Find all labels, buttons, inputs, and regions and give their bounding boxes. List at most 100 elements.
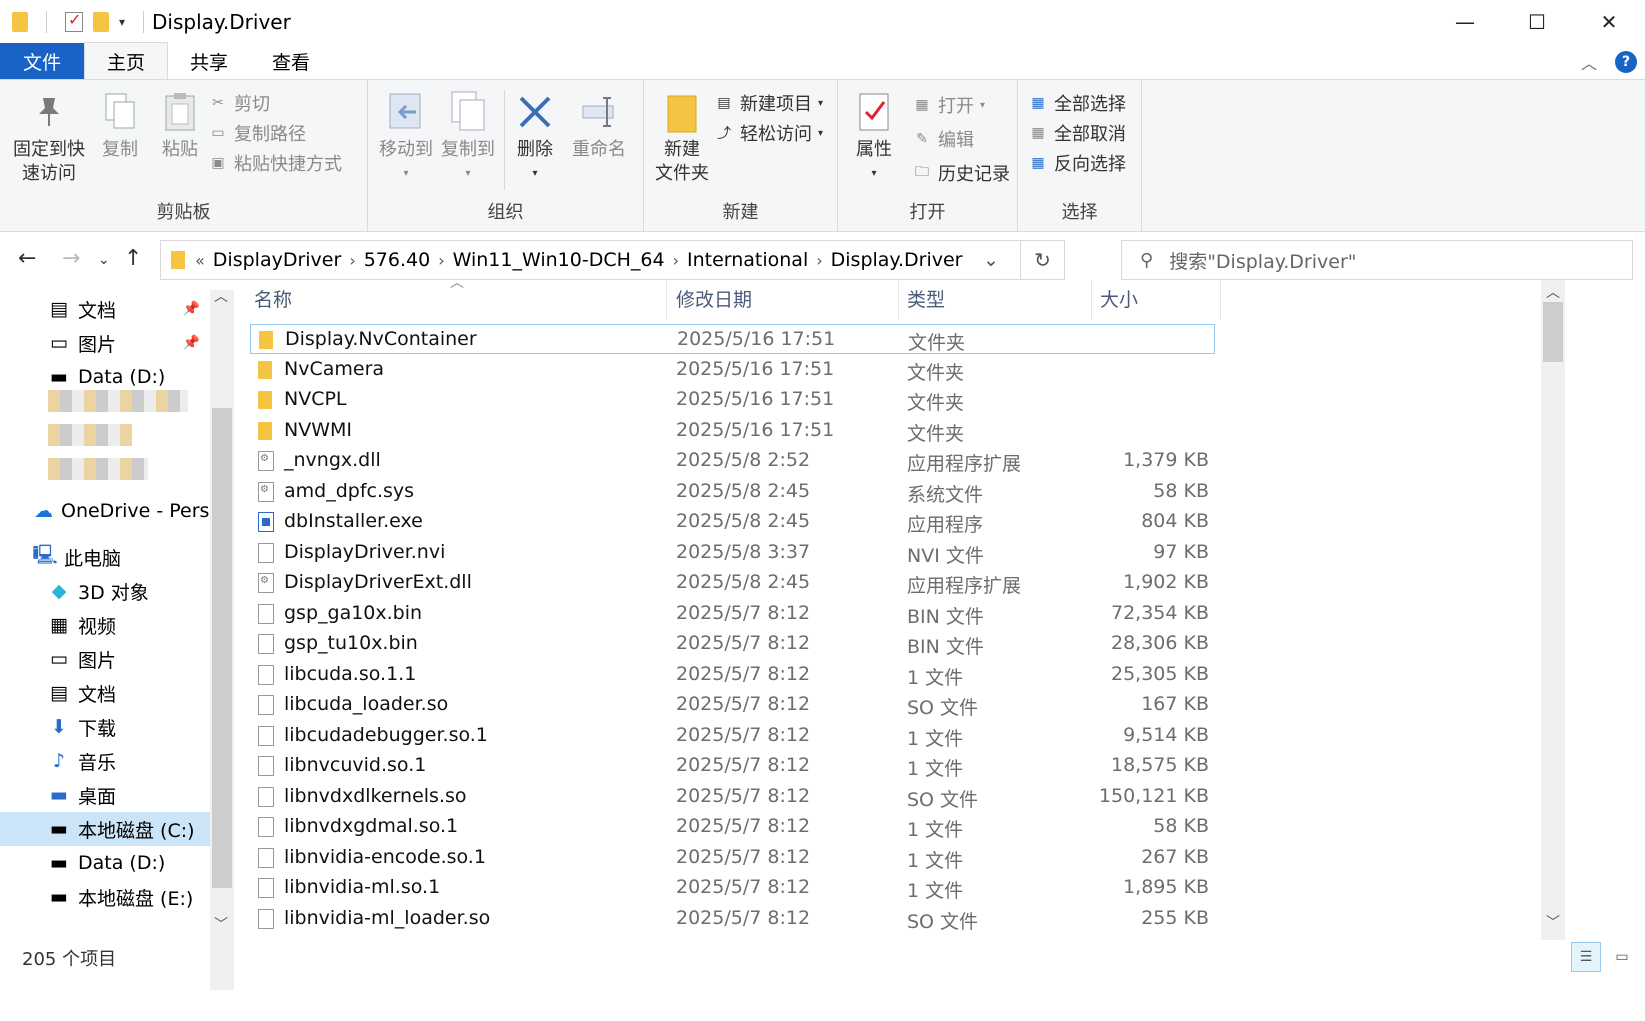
address-dropdown-icon[interactable]: ⌄ (976, 241, 1006, 279)
paste-button[interactable]: 粘贴 (156, 90, 204, 162)
refresh-icon[interactable]: ↻ (1020, 241, 1064, 279)
scroll-up-icon[interactable]: ︿ (1546, 282, 1560, 302)
new-folder-button[interactable]: 新建 文件夹 (652, 90, 712, 186)
nav-item-local-disk-c[interactable]: ▬ 本地磁盘 (C:) (0, 812, 210, 846)
easy-access-button[interactable]: ⤴ 轻松访问 ▾ (714, 120, 823, 146)
breadcrumb-item[interactable]: Win11_Win10-DCH_64 (453, 249, 665, 271)
table-row[interactable]: NVCPL 2025/5/16 17:51 文件夹 (250, 385, 1215, 415)
nav-item-onedrive[interactable]: ☁ OneDrive - Perso (0, 494, 210, 528)
maximize-button[interactable]: ☐ (1501, 0, 1573, 44)
tab-file[interactable]: 文件 (0, 43, 84, 79)
table-row[interactable]: libnvidia-ml_loader.so 2025/5/7 8:12 SO 文件… (250, 904, 1215, 934)
nav-item-downloads[interactable]: ⬇ 下载 (0, 710, 210, 744)
breadcrumb-overflow[interactable]: « (195, 251, 205, 270)
table-row[interactable]: libcuda_loader.so 2025/5/7 8:12 SO 文件 167 K… (250, 690, 1215, 720)
table-row[interactable]: libcuda.so.1.1 2025/5/7 8:12 1 文件 25,305 KB (250, 660, 1215, 690)
nav-item-desktop[interactable]: ▬ 桌面 (0, 778, 210, 812)
properties-quick-icon[interactable] (65, 10, 83, 32)
nav-item-music[interactable]: ♪ 音乐 (0, 744, 210, 778)
nav-item-data-d[interactable]: ▬ Data (D:) (0, 360, 210, 394)
table-row[interactable]: libcudadebugger.so.1 2025/5/7 8:12 1 文件 9,5… (250, 721, 1215, 751)
column-header-name[interactable]: 名称 (254, 280, 292, 316)
select-all-button[interactable]: ▦ 全部选择 (1028, 90, 1126, 116)
open-button[interactable]: ▦ 打开 ▾ (912, 92, 985, 118)
tab-view[interactable]: 查看 (250, 43, 332, 79)
customize-toolbar-dropdown-icon[interactable]: ▾ (119, 15, 125, 29)
address-bar[interactable]: « DisplayDriver › 576.40 › Win11_Win10-D… (160, 240, 1065, 280)
new-item-button[interactable]: ▤ 新建项目 ▾ (714, 90, 823, 116)
table-row[interactable]: NvCamera 2025/5/16 17:51 文件夹 (250, 355, 1215, 385)
move-to-button[interactable]: 移动到 ▾ (376, 90, 436, 186)
breadcrumb-item[interactable]: Display.Driver (831, 249, 963, 271)
tab-share[interactable]: 共享 (168, 43, 250, 79)
details-view-icon[interactable]: ☰ (1571, 942, 1601, 972)
scroll-down-icon[interactable]: ﹀ (214, 914, 228, 934)
nav-item-videos[interactable]: ▦ 视频 (0, 608, 210, 642)
edit-button[interactable]: ✎ 编辑 (912, 126, 974, 152)
file-list-scrollbar[interactable]: ︿ ﹀ (1541, 280, 1565, 940)
tab-home[interactable]: 主页 (84, 42, 169, 79)
pin-to-quick-access-button[interactable]: 固定到快 速访问 (10, 90, 88, 186)
breadcrumb-chevron-icon[interactable]: › (673, 251, 679, 270)
copy-path-button[interactable]: ▭ 复制路径 (208, 120, 306, 146)
table-row[interactable]: libnvcuvid.so.1 2025/5/7 8:12 1 文件 18,575 K… (250, 751, 1215, 781)
table-row[interactable]: Display.NvContainer 2025/5/16 17:51 文件夹 (250, 324, 1215, 354)
table-row[interactable]: _nvngx.dll 2025/5/8 2:52 应用程序扩展 1,379 KB (250, 446, 1215, 476)
breadcrumb-item[interactable]: DisplayDriver (213, 249, 342, 271)
minimize-button[interactable]: — (1429, 0, 1501, 44)
column-divider[interactable] (1220, 280, 1221, 320)
table-row[interactable]: dbInstaller.exe 2025/5/8 2:45 应用程序 804 KB (250, 507, 1215, 537)
nav-item-data-d-pc[interactable]: ▬ Data (D:) (0, 846, 210, 880)
pin-icon[interactable]: 📌 (183, 301, 200, 317)
copy-to-button[interactable]: 复制到 ▾ (438, 90, 498, 186)
column-divider[interactable] (898, 280, 899, 320)
table-row[interactable]: libnvdxgdmal.so.1 2025/5/7 8:12 1 文件 58 KB (250, 812, 1215, 842)
new-folder-quick-icon[interactable] (93, 12, 109, 32)
paste-shortcut-button[interactable]: ▣ 粘贴快捷方式 (208, 150, 342, 176)
select-none-button[interactable]: ▦ 全部取消 (1028, 120, 1126, 146)
rename-button[interactable]: 重命名 (566, 90, 632, 162)
column-header-date[interactable]: 修改日期 (676, 280, 752, 316)
up-arrow-icon[interactable]: ↑ (124, 246, 142, 271)
pin-icon[interactable]: 📌 (183, 335, 200, 351)
table-row[interactable]: amd_dpfc.sys 2025/5/8 2:45 系统文件 58 KB (250, 477, 1215, 507)
collapse-ribbon-icon[interactable]: ︿ (1581, 50, 1597, 74)
large-icons-view-icon[interactable]: ▭ (1607, 942, 1637, 972)
help-icon[interactable]: ? (1615, 51, 1637, 73)
column-header-size[interactable]: 大小 (1100, 280, 1138, 316)
scroll-up-icon[interactable]: ︿ (214, 286, 228, 306)
close-button[interactable]: ✕ (1573, 0, 1645, 44)
table-row[interactable]: libnvdxdlkernels.so 2025/5/7 8:12 SO 文件 150… (250, 782, 1215, 812)
column-header-type[interactable]: 类型 (907, 280, 945, 316)
nav-item-3d-objects[interactable]: ◆ 3D 对象 (0, 574, 210, 608)
nav-item-pictures[interactable]: ▭ 图片 📌 (0, 326, 210, 360)
nav-item-pictures-pc[interactable]: ▭ 图片 (0, 642, 210, 676)
table-row[interactable]: gsp_ga10x.bin 2025/5/7 8:12 BIN 文件 72,354 K… (250, 599, 1215, 629)
copy-button[interactable]: 复制 (96, 90, 144, 162)
table-row[interactable]: DisplayDriverExt.dll 2025/5/8 2:45 应用程序扩展 1… (250, 568, 1215, 598)
table-row[interactable]: gsp_tu10x.bin 2025/5/7 8:12 BIN 文件 28,306 K… (250, 629, 1215, 659)
table-row[interactable]: DisplayDriver.nvi 2025/5/8 3:37 NVI 文件 97 K… (250, 538, 1215, 568)
breadcrumb-item[interactable]: International (687, 249, 808, 271)
invert-selection-button[interactable]: ▦ 反向选择 (1028, 150, 1126, 176)
scroll-down-icon[interactable]: ﹀ (1546, 912, 1560, 932)
history-button[interactable]: 🗀 历史记录 (912, 160, 1010, 186)
nav-item-documents-pc[interactable]: ▤ 文档 (0, 676, 210, 710)
cut-button[interactable]: ✂ 剪切 (208, 90, 270, 116)
recent-locations-chevron-icon[interactable]: ⌄ (98, 252, 110, 268)
search-box[interactable]: ⚲ 搜索"Display.Driver" (1121, 240, 1633, 280)
nav-item-this-pc[interactable]: 🖳 此电脑 (0, 540, 210, 574)
table-row[interactable]: libnvidia-ml.so.1 2025/5/7 8:12 1 文件 1,895 … (250, 873, 1215, 903)
forward-arrow-icon[interactable]: → (62, 246, 80, 271)
breadcrumb-item[interactable]: 576.40 (364, 249, 430, 271)
search-input[interactable]: 搜索"Display.Driver" (1169, 247, 1356, 274)
column-divider[interactable] (1091, 280, 1092, 320)
nav-scrollbar[interactable]: ︿ ﹀ (210, 289, 234, 990)
back-arrow-icon[interactable]: ← (18, 246, 36, 271)
properties-button[interactable]: 属性 ▾ (852, 90, 896, 186)
breadcrumb-chevron-icon[interactable]: › (816, 251, 822, 270)
breadcrumb-chevron-icon[interactable]: › (438, 251, 444, 270)
scrollbar-thumb[interactable] (212, 408, 232, 888)
nav-item-documents[interactable]: ▤ 文档 📌 (0, 292, 210, 326)
column-divider[interactable] (666, 280, 667, 320)
